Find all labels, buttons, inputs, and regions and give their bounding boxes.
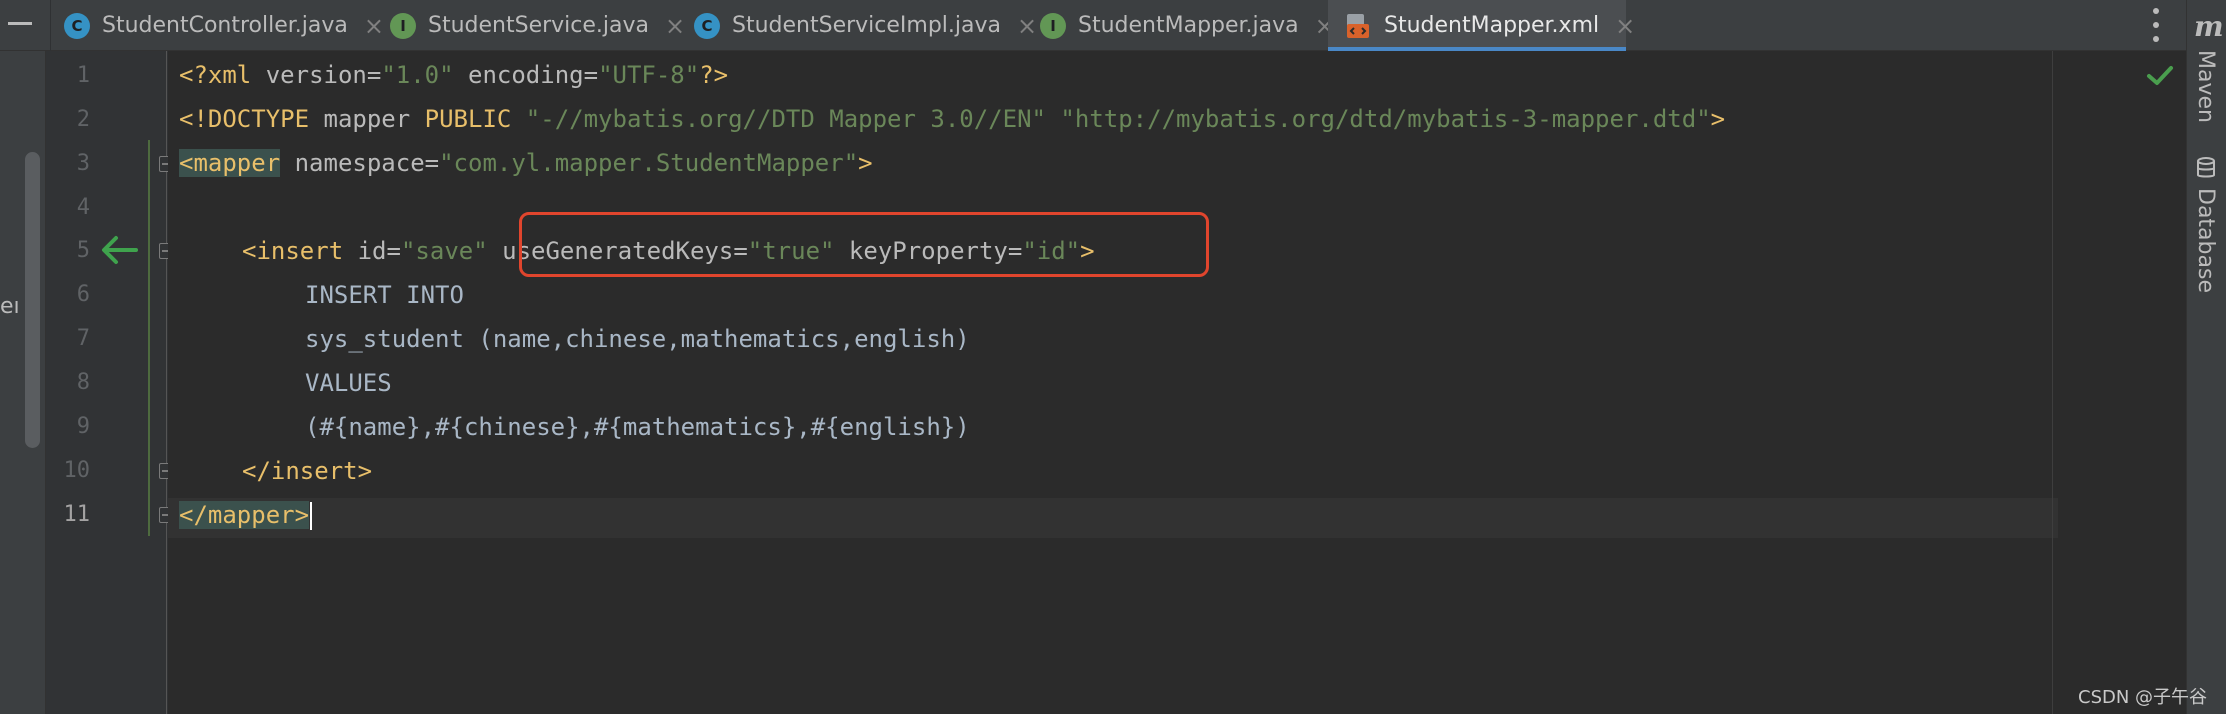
text-caret [310,502,313,530]
code-line-7[interactable]: sys_student (name,chinese,mathematics,en… [305,324,970,354]
mapper-open-tag: <mapper [179,149,281,177]
attr-value: "com.yl.mapper.StudentMapper" [439,149,859,177]
database-icon[interactable] [2196,157,2216,179]
gutter-divider [166,51,167,714]
database-tool-button[interactable]: Database [2193,188,2218,293]
line-number: 4 [76,195,90,220]
hide-panel-icon[interactable] [8,22,32,25]
annotation-highlight-box [519,212,1209,277]
tab-student-controller[interactable]: C StudentController.java × [64,0,384,51]
tab-label: StudentController.java [102,13,348,38]
interface-icon: I [390,12,416,39]
attr-eq: = [386,237,401,265]
attr-name: encoding [453,61,584,89]
doctype-keyword: PUBLIC [410,105,512,133]
watermark: CSDN @子午谷 [2078,687,2208,708]
code-line-3[interactable]: <mapper namespace="com.yl.mapper.Student… [179,148,873,178]
tab-student-mapper-java[interactable]: I StudentMapper.java × [1040,0,1335,51]
more-options-icon[interactable] [2152,8,2160,42]
attr-name: version [251,61,367,89]
code-line-9[interactable]: (#{name},#{chinese},#{mathematics},#{eng… [305,412,970,442]
tab-student-service-impl[interactable]: C StudentServiceImpl.java × [694,0,1037,51]
xml-decl-tag: xml [207,61,252,89]
line-number: 9 [76,414,90,439]
editor-tab-bar: C StudentController.java × I StudentServ… [0,0,2226,51]
code-line-2[interactable]: <!DOCTYPE mapper PUBLIC "-//mybatis.org/… [179,104,1725,134]
maven-tool-button[interactable]: Maven [2193,50,2218,123]
xml-decl-close: ?> [699,61,729,89]
fold-guide [148,140,150,536]
navigate-arrow-icon[interactable] [100,233,138,267]
tab-student-mapper-xml[interactable]: StudentMapper.xml × [1328,0,1635,51]
tab-label: StudentService.java [428,13,649,38]
line-number: 7 [76,326,90,351]
xml-file-icon [1344,12,1372,40]
tab-student-service[interactable]: I StudentService.java × [390,0,685,51]
code-line-10[interactable]: </insert> [242,456,372,486]
left-scrollbar-thumb[interactable] [25,152,40,448]
attr-name: namespace [280,149,425,177]
interface-icon: I [1040,12,1066,39]
attr-eq: = [366,61,382,89]
doctype-tag: <!DOCTYPE [179,105,310,133]
maven-icon[interactable]: m [2194,10,2224,43]
tab-divider [50,0,51,51]
tag-close: > [1710,105,1726,133]
line-number: 8 [76,370,90,395]
attr-value: "UTF-8" [598,61,700,89]
xml-decl-open: <? [179,61,208,89]
attr-name: id [343,237,387,265]
current-line-highlight [168,498,2058,538]
tab-label: StudentServiceImpl.java [732,13,1001,38]
line-number-current: 11 [63,502,91,527]
tag-close: > [858,149,873,177]
tab-label: StudentMapper.xml [1384,13,1600,38]
tab-label: StudentMapper.java [1078,13,1299,38]
code-line-6[interactable]: INSERT INTO [305,280,464,310]
attr-value: "1.0" [381,61,454,89]
code-line-1[interactable]: <?xml version="1.0" encoding="UTF-8"?> [179,60,728,90]
left-strip-clipped-label: eı [0,294,20,319]
code-line-11[interactable]: </mapper> [179,500,313,530]
class-icon: C [64,12,90,39]
doctype-public-id: "-//mybatis.org//DTD Mapper 3.0//EN" [511,105,1046,133]
mapper-close-tag: </mapper> [179,501,310,529]
close-icon[interactable]: × [1017,12,1037,40]
line-number: 2 [76,107,90,132]
inspection-ok-icon[interactable] [2146,64,2174,88]
line-number: 5 [76,238,90,263]
line-number: 6 [76,282,90,307]
line-number: 10 [63,458,91,483]
close-icon[interactable]: × [665,12,685,40]
line-number: 3 [76,151,90,176]
close-icon[interactable]: × [1615,12,1635,40]
close-icon[interactable]: × [364,12,384,40]
attr-eq: = [583,61,599,89]
attr-value: "save" [400,237,488,265]
insert-open-tag: <insert [242,237,344,265]
code-line-8[interactable]: VALUES [305,368,392,398]
right-margin-guide [2052,51,2053,714]
class-icon: C [694,12,720,39]
line-number: 1 [76,63,90,88]
doctype-system-id: "http://mybatis.org/dtd/mybatis-3-mapper… [1045,105,1711,133]
doctype-name: mapper [309,105,411,133]
attr-eq: = [424,149,440,177]
